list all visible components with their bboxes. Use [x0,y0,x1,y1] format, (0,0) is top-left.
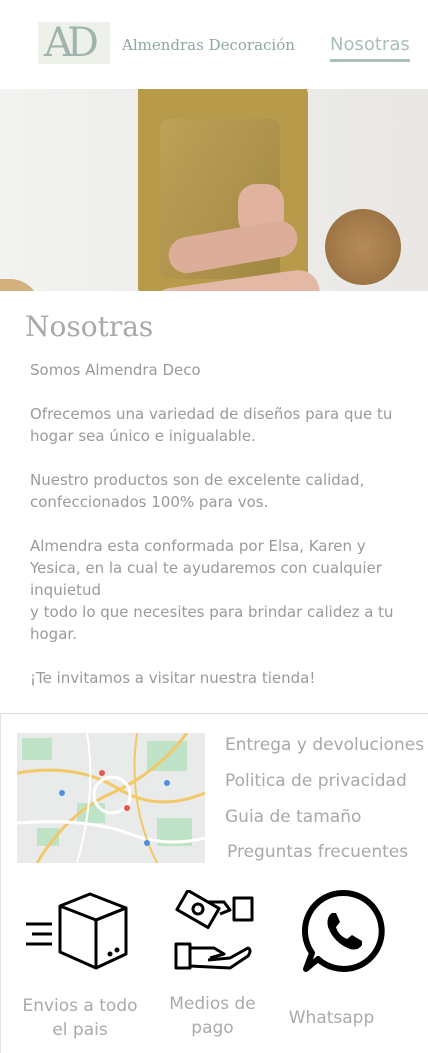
about-paragraph: Somos Almendra Deco [30,361,201,379]
footer-link-preguntas[interactable]: Preguntas frecuentes [227,842,408,862]
about-paragraph: y todo lo que necesites para brindar cal… [30,603,394,643]
feature-label-whatsapp[interactable]: Whatsapp [284,1006,379,1030]
payment-hands-icon [174,888,256,972]
map-graphic [17,733,205,863]
logo[interactable]: AD [38,20,110,66]
feature-label-envios: Envios a todo el pais [22,996,138,1040]
page-title: Nosotras [25,310,154,343]
about-paragraph: Almendra esta conformada por Elsa, Karen… [30,537,382,599]
about-paragraph: Nuestro productos son de excelente calid… [30,471,365,511]
site-header: AD Almendras Decoración Nosotras [0,0,428,89]
wall-wreath [325,209,401,285]
hero-image [0,89,428,291]
nav-link-nosotras[interactable]: Nosotras [330,34,410,62]
footer-link-privacidad[interactable]: Politica de privacidad [225,771,407,791]
shipping-box-icon [22,890,128,972]
map[interactable] [17,733,205,863]
footer-link-entrega[interactable]: Entrega y devoluciones [225,735,424,755]
whatsapp-icon[interactable] [301,889,386,973]
footer-link-guia[interactable]: Guia de tamaño [225,807,361,827]
basket-decoration [0,279,40,291]
feature-label-pago: Medios de pago [169,994,256,1038]
brand-name[interactable]: Almendras Decoración [122,36,295,54]
about-paragraph: ¡Te invitamos a visitar nuestra tienda! [30,669,316,687]
logo-text: AD [44,20,99,66]
about-paragraph: Ofrecemos una variedad de diseños para q… [30,405,393,445]
